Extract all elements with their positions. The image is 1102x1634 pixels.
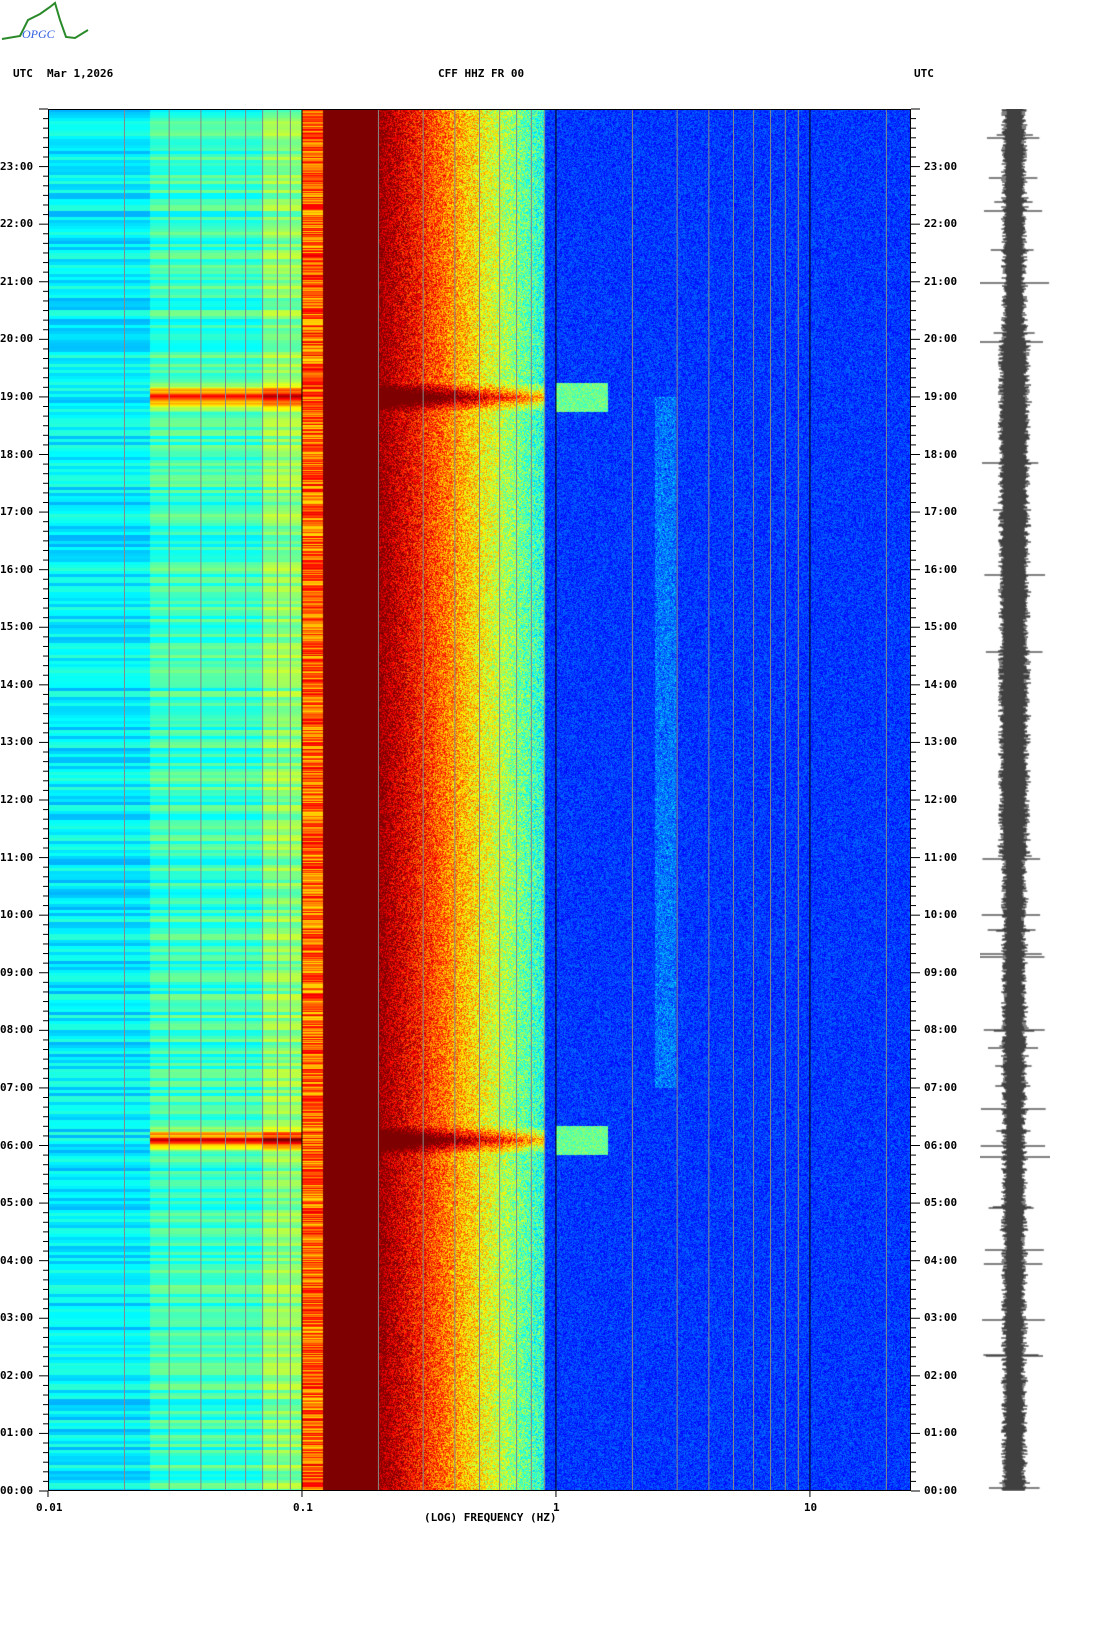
y-tick-label: 23:00 — [0, 159, 34, 173]
x-tick-label: 0.1 — [292, 1501, 313, 1514]
y-tick-label: 07:00 — [924, 1080, 958, 1094]
y-tick-label: 22:00 — [0, 217, 34, 231]
y-tick-label: 10:00 — [0, 908, 34, 922]
y-tick-label: 06:00 — [924, 1138, 958, 1152]
y-tick-label: 14:00 — [0, 677, 34, 691]
y-tick-label: 09:00 — [0, 965, 34, 979]
y-tick-label: 11:00 — [924, 850, 958, 864]
x-tick-label: 10 — [803, 1501, 818, 1514]
plot-frame — [48, 109, 911, 1491]
x-axis-label: (LOG) FREQUENCY (HZ) — [424, 1511, 557, 1524]
y-tick-label: 00:00 — [0, 1484, 34, 1497]
y-tick-label: 07:00 — [0, 1080, 34, 1094]
y-tick-label: 05:00 — [924, 1196, 958, 1210]
y-tick-label: 15:00 — [924, 620, 958, 634]
y-tick-label: 12:00 — [0, 793, 34, 806]
y-tick-label: 08:00 — [924, 1023, 958, 1037]
y-tick-label: 03:00 — [924, 1311, 958, 1325]
seismogram-trace — [980, 109, 1050, 1491]
y-tick-label: 22:00 — [924, 217, 958, 231]
y-tick-label: 01:00 — [924, 1426, 958, 1440]
y-tick-label: 16:00 — [0, 562, 34, 576]
y-tick-label: 18:00 — [0, 447, 34, 461]
y-tick-label: 20:00 — [924, 332, 958, 346]
y-tick-label: 06:00 — [0, 1138, 34, 1152]
y-tick-label: 17:00 — [0, 505, 34, 519]
y-tick-label: 19:00 — [0, 389, 34, 403]
y-tick-label: 19:00 — [924, 389, 958, 403]
y-tick-label: 04:00 — [0, 1253, 34, 1267]
y-tick-label: 11:00 — [0, 850, 34, 864]
y-tick-label: 00:00 — [924, 1484, 958, 1497]
y-tick-label: 08:00 — [0, 1023, 34, 1037]
y-tick-label: 13:00 — [0, 735, 34, 749]
y-tick-label: 21:00 — [0, 274, 34, 288]
y-tick-label: 17:00 — [924, 505, 958, 519]
y-tick-label: 10:00 — [924, 908, 958, 922]
y-tick-label: 09:00 — [924, 965, 958, 979]
y-tick-label: 21:00 — [924, 274, 958, 288]
y-tick-label: 23:00 — [924, 159, 958, 173]
y-tick-label: 20:00 — [0, 332, 34, 346]
y-tick-label: 12:00 — [924, 793, 958, 806]
y-tick-label: 16:00 — [924, 562, 958, 576]
y-tick-label: 15:00 — [0, 620, 34, 634]
x-tick-label: 0.01 — [36, 1501, 63, 1514]
y-tick-label: 02:00 — [924, 1368, 958, 1382]
y-tick-label: 03:00 — [0, 1311, 34, 1325]
y-tick-label: 13:00 — [924, 735, 958, 749]
y-tick-label: 05:00 — [0, 1196, 34, 1210]
y-tick-label: 01:00 — [0, 1426, 34, 1440]
y-tick-label: 18:00 — [924, 447, 958, 461]
y-tick-label: 02:00 — [0, 1368, 34, 1382]
y-tick-label: 04:00 — [924, 1253, 958, 1267]
y-tick-label: 14:00 — [924, 677, 958, 691]
